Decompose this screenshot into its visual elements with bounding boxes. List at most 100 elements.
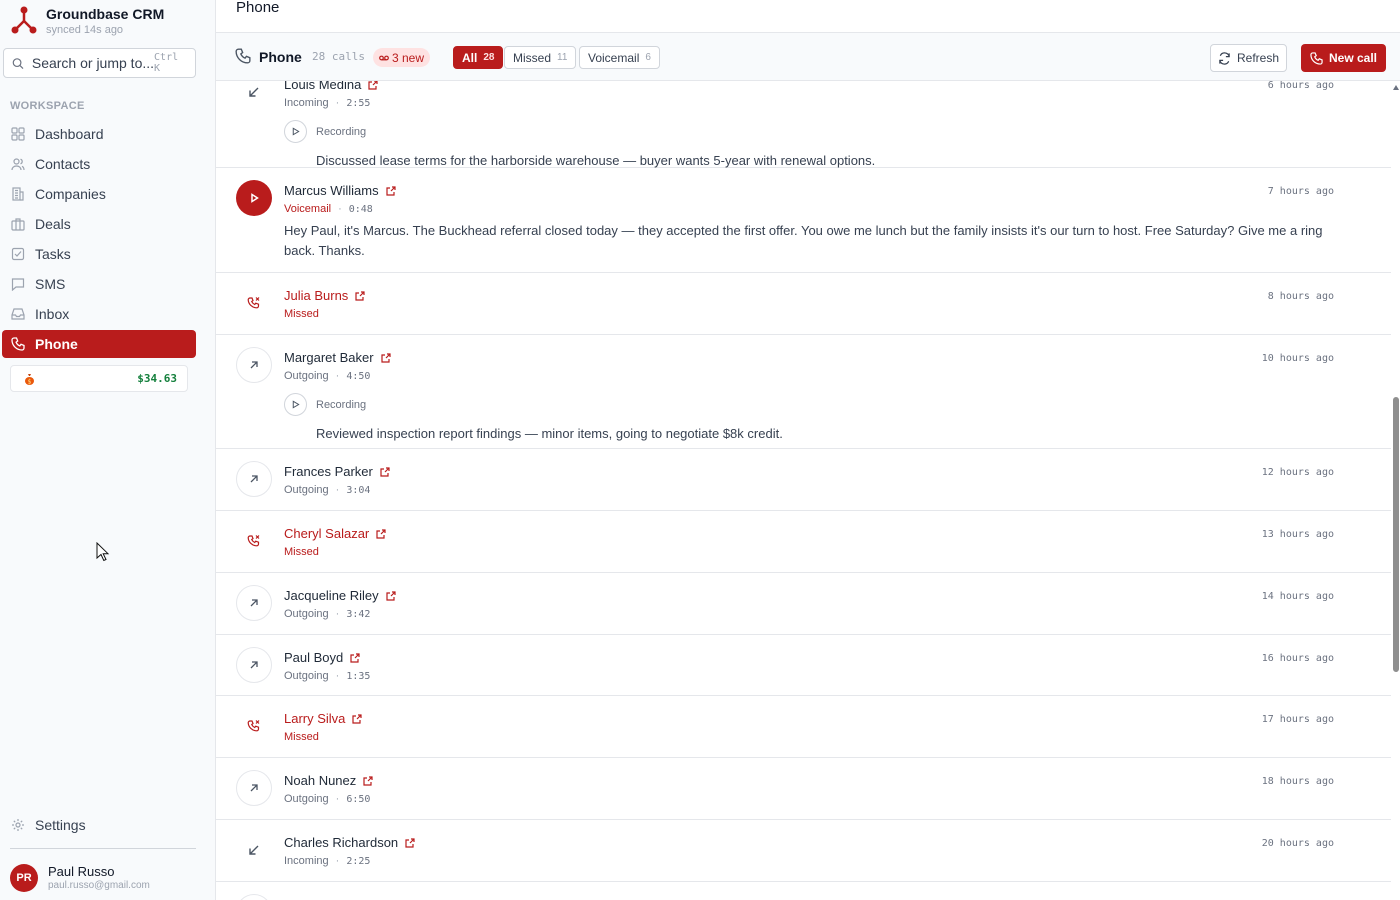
call-direction — [236, 832, 272, 868]
call-row[interactable]: Julia Burns Missed 8 hours ago — [216, 273, 1391, 335]
call-row[interactable]: Larry Silva Missed 17 hours ago — [216, 696, 1391, 758]
missed-call-icon — [247, 720, 260, 732]
call-row[interactable]: Cheryl Salazar Missed 13 hours ago — [216, 511, 1391, 573]
filter-voicemail[interactable]: Voicemail 6 — [579, 46, 660, 69]
external-link-icon[interactable] — [386, 185, 396, 196]
sidebar-item-settings[interactable]: Settings — [2, 811, 196, 839]
filter-count: 11 — [557, 52, 568, 63]
toolbar: Phone 28 calls 3 new All 28 Missed 11 Vo… — [216, 32, 1400, 81]
call-direction — [236, 708, 272, 744]
call-type: Missed — [284, 546, 319, 558]
scroll-thumb[interactable] — [1393, 397, 1399, 672]
recording: Recording — [284, 120, 366, 143]
call-type: Outgoing — [284, 370, 329, 382]
sidebar-item-sms[interactable]: SMS — [2, 270, 196, 298]
call-type: Outgoing — [284, 793, 329, 805]
call-duration: 2:55 — [346, 97, 371, 109]
call-direction — [236, 647, 272, 683]
contact-name[interactable]: Louis Medina — [284, 81, 361, 92]
call-direction — [236, 894, 272, 900]
call-row[interactable]: Jacqueline Riley Outgoing · 3:42 14 hours … — [216, 573, 1391, 635]
contact-name[interactable]: Paul Boyd — [284, 650, 343, 665]
phone-icon — [1310, 51, 1323, 65]
new-call-label: New call — [1328, 51, 1378, 65]
call-row[interactable]: Marcus Williams Voicemail · 0:48 7 hours a… — [216, 168, 1391, 273]
call-row[interactable]: Frances Parker Outgoing · 3:04 12 hours ag… — [216, 449, 1391, 511]
call-time: 18 hours ago — [1261, 776, 1334, 787]
filter-count: 6 — [645, 52, 651, 63]
call-row[interactable] — [216, 882, 1391, 900]
companies-icon — [12, 187, 24, 201]
external-link-icon[interactable] — [363, 775, 373, 786]
new-call-button[interactable]: New call — [1301, 44, 1386, 72]
mouse-cursor-icon — [96, 542, 110, 562]
contact-name[interactable]: Cheryl Salazar — [284, 526, 369, 541]
contact-name[interactable]: Jacqueline Riley — [284, 588, 379, 603]
call-row[interactable]: Charles Richardson Incoming · 2:25 20 hour… — [216, 820, 1391, 882]
money-bag-icon: $ — [25, 373, 34, 385]
call-direction — [236, 285, 272, 321]
play-recording-button[interactable] — [284, 393, 307, 416]
contact-name[interactable]: Marcus Williams — [284, 183, 379, 198]
toolbar-title: Phone — [259, 49, 302, 65]
brand[interactable]: Groundbase CRM synced 14s ago — [10, 5, 164, 39]
search-input[interactable]: Search or jump to... Ctrl K — [3, 48, 196, 78]
deals-icon — [11, 218, 25, 231]
external-link-icon[interactable] — [380, 466, 390, 477]
call-direction — [236, 347, 272, 383]
sidebar-item-inbox[interactable]: Inbox — [2, 300, 196, 328]
sidebar-item-contacts[interactable]: Contacts — [2, 150, 196, 178]
external-link-icon[interactable] — [405, 837, 415, 848]
call-time: 10 hours ago — [1261, 353, 1334, 364]
scrollbar[interactable] — [1392, 81, 1400, 900]
contact-name[interactable]: Larry Silva — [284, 711, 345, 726]
call-row[interactable]: Noah Nunez Outgoing · 6:50 18 hours ago — [216, 758, 1391, 820]
sidebar-item-phone[interactable]: Phone — [2, 330, 196, 358]
sidebar-item-label: Companies — [35, 186, 106, 202]
call-direction — [236, 461, 272, 497]
sidebar-divider — [10, 848, 196, 849]
contact-name[interactable]: Charles Richardson — [284, 835, 398, 850]
external-link-icon[interactable] — [386, 590, 396, 601]
sidebar: Groundbase CRM synced 14s ago Search or … — [0, 0, 216, 900]
user-email: paul.russo@gmail.com — [48, 880, 150, 891]
scroll-up-arrow-icon[interactable] — [1393, 85, 1399, 90]
contact-name[interactable]: Frances Parker — [284, 464, 373, 479]
sidebar-item-deals[interactable]: Deals — [2, 210, 196, 238]
call-duration: 3:42 — [346, 608, 371, 620]
refresh-button[interactable]: Refresh — [1210, 44, 1287, 72]
contact-name[interactable]: Margaret Baker — [284, 350, 374, 365]
new-calls-label: 3 new — [392, 50, 425, 65]
missed-call-icon — [247, 297, 260, 309]
call-row[interactable]: Louis Medina Incoming · 2:55 6 hours ago R… — [216, 81, 1391, 168]
call-row[interactable]: Margaret Baker Outgoing · 4:50 10 hours ag… — [216, 335, 1391, 449]
sidebar-item-tasks[interactable]: Tasks — [2, 240, 196, 268]
filter-all[interactable]: All 28 — [453, 46, 504, 69]
call-duration: 3:04 — [346, 484, 371, 496]
wallet-amount: $34.63 — [137, 372, 177, 385]
wallet-balance[interactable]: $ $34.63 — [10, 365, 188, 392]
user-profile[interactable]: PR Paul Russo paul.russo@gmail.com — [10, 864, 150, 892]
gear-icon — [12, 819, 24, 831]
play-voicemail-button[interactable] — [236, 180, 272, 216]
call-type: Outgoing — [284, 484, 329, 496]
contact-name[interactable]: Noah Nunez — [284, 773, 356, 788]
sidebar-item-companies[interactable]: Companies — [2, 180, 196, 208]
external-link-icon[interactable] — [368, 81, 378, 90]
search-shortcut: Ctrl K — [154, 52, 179, 74]
play-recording-button[interactable] — [284, 120, 307, 143]
call-time: 17 hours ago — [1261, 714, 1334, 725]
sidebar-item-dashboard[interactable]: Dashboard — [2, 120, 196, 148]
call-duration: 4:50 — [346, 370, 371, 382]
call-summary: Reviewed inspection report findings — mi… — [316, 426, 783, 441]
external-link-icon[interactable] — [376, 528, 386, 539]
external-link-icon[interactable] — [350, 652, 360, 663]
contact-name[interactable]: Julia Burns — [284, 288, 348, 303]
external-link-icon[interactable] — [380, 352, 391, 363]
external-link-icon[interactable] — [355, 290, 365, 301]
app-name: Groundbase CRM — [46, 6, 165, 22]
call-row[interactable]: Paul Boyd Outgoing · 1:35 16 hours ago — [216, 635, 1391, 696]
external-link-icon[interactable] — [352, 713, 363, 724]
filter-missed[interactable]: Missed 11 — [504, 46, 577, 69]
avatar: PR — [10, 864, 38, 892]
